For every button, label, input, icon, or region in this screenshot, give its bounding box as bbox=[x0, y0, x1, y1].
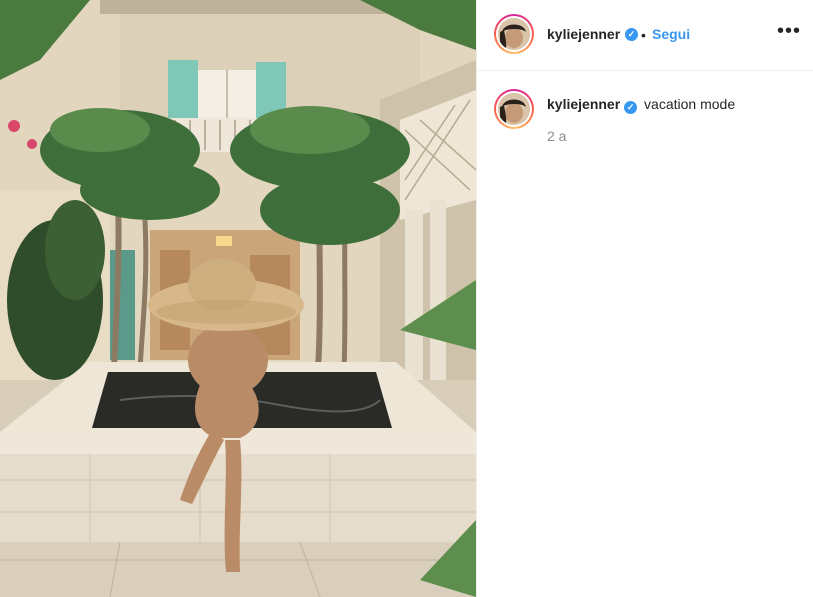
post-timestamp[interactable]: 2 a bbox=[547, 128, 566, 144]
courtyard-pool-photo bbox=[0, 0, 476, 597]
verified-badge-icon: ✓ bbox=[625, 28, 638, 41]
verified-badge-icon: ✓ bbox=[624, 101, 638, 114]
author-username[interactable]: kyliejenner bbox=[547, 26, 620, 42]
post-photo[interactable] bbox=[0, 0, 476, 597]
avatar-portrait-icon bbox=[498, 18, 530, 50]
avatar-image bbox=[498, 93, 530, 125]
caption-username[interactable]: kyliejenner bbox=[547, 96, 620, 112]
avatar-portrait-icon bbox=[498, 93, 530, 125]
post-side-panel: kyliejenner ✓ • Segui ••• kyliejenner ✓ … bbox=[476, 0, 813, 597]
header-separator: • bbox=[641, 27, 646, 43]
more-options-icon[interactable]: ••• bbox=[777, 21, 801, 44]
post-header: kyliejenner ✓ • Segui ••• bbox=[477, 0, 813, 71]
caption-text: vacation mode bbox=[644, 96, 736, 112]
author-avatar[interactable] bbox=[494, 14, 534, 54]
follow-button[interactable]: Segui bbox=[652, 26, 690, 42]
caption-avatar[interactable] bbox=[494, 89, 534, 129]
avatar-image bbox=[498, 18, 530, 50]
instagram-post: kyliejenner ✓ • Segui ••• kyliejenner ✓ … bbox=[0, 0, 813, 597]
caption-line: kyliejenner ✓ vacation mode bbox=[547, 96, 735, 114]
